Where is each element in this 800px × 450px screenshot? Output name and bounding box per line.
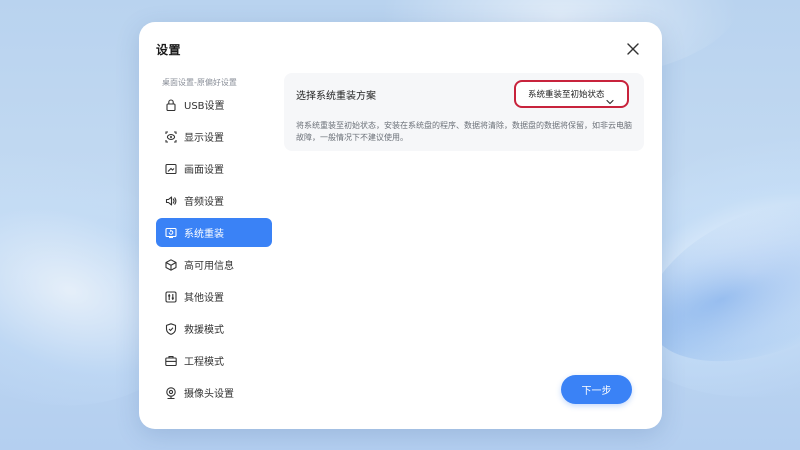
reinstall-scheme-value: 系统重装至初始状态 <box>528 90 605 100</box>
reinstall-option-label: 选择系统重装方案 <box>296 91 376 102</box>
sidebar-item-label: USB设置 <box>184 101 225 112</box>
sidebar-item-picture-settings[interactable]: 画面设置 <box>156 154 272 183</box>
sidebar-item-rescue-mode[interactable]: 救援模式 <box>156 314 272 343</box>
sidebar: 桌面设置-原偏好设置 USB设置 显示设置 画面设置 音频设置 系统重装 高可用… <box>156 76 272 410</box>
sidebar-item-label: 画面设置 <box>184 165 224 176</box>
desktop-background: 设置 桌面设置-原偏好设置 USB设置 显示设置 画面设置 音频设置 系统重装 … <box>0 0 800 450</box>
lock-icon <box>164 98 178 112</box>
toolbox-icon <box>164 354 178 368</box>
cube-icon <box>164 258 178 272</box>
sidebar-item-audio-settings[interactable]: 音频设置 <box>156 186 272 215</box>
chevron-down-icon <box>605 91 615 110</box>
sidebar-caption: 桌面设置-原偏好设置 <box>162 78 237 87</box>
display-eye-icon <box>164 130 178 144</box>
sidebar-item-system-reinstall[interactable]: 系统重装 <box>156 218 272 247</box>
sidebar-item-usb-settings[interactable]: USB设置 <box>156 90 272 119</box>
reinstall-scheme-select[interactable]: 系统重装至初始状态 <box>514 80 629 108</box>
close-button[interactable] <box>623 39 643 59</box>
sidebar-item-label: 摄像头设置 <box>184 389 234 400</box>
shield-icon <box>164 322 178 336</box>
sidebar-item-camera-settings[interactable]: 摄像头设置 <box>156 378 272 407</box>
settings-dialog: 设置 桌面设置-原偏好设置 USB设置 显示设置 画面设置 音频设置 系统重装 … <box>139 22 662 429</box>
sidebar-item-display-settings[interactable]: 显示设置 <box>156 122 272 151</box>
system-reinstall-icon <box>164 226 178 240</box>
sidebar-item-label: 工程模式 <box>184 357 224 368</box>
reinstall-option-panel: 选择系统重装方案 系统重装至初始状态 将系统重装至初始状态，安装在系统盘的程序、… <box>284 73 644 151</box>
sidebar-item-label: 音频设置 <box>184 197 224 208</box>
sidebar-item-high-availability[interactable]: 高可用信息 <box>156 250 272 279</box>
sliders-icon <box>164 290 178 304</box>
picture-icon <box>164 162 178 176</box>
reinstall-description: 将系统重装至初始状态，安装在系统盘的程序、数据将清除，数据盘的数据将保留，如非云… <box>296 121 632 142</box>
speaker-icon <box>164 194 178 208</box>
dialog-title: 设置 <box>156 43 182 57</box>
sidebar-item-engineering-mode[interactable]: 工程模式 <box>156 346 272 375</box>
sidebar-item-label: 显示设置 <box>184 133 224 144</box>
close-icon <box>627 43 639 55</box>
next-step-button[interactable]: 下一步 <box>561 375 632 404</box>
sidebar-item-other-settings[interactable]: 其他设置 <box>156 282 272 311</box>
sidebar-item-label: 高可用信息 <box>184 261 234 272</box>
sidebar-item-label: 系统重装 <box>184 229 224 240</box>
camera-icon <box>164 386 178 400</box>
sidebar-item-label: 救援模式 <box>184 325 224 336</box>
sidebar-item-label: 其他设置 <box>184 293 224 304</box>
